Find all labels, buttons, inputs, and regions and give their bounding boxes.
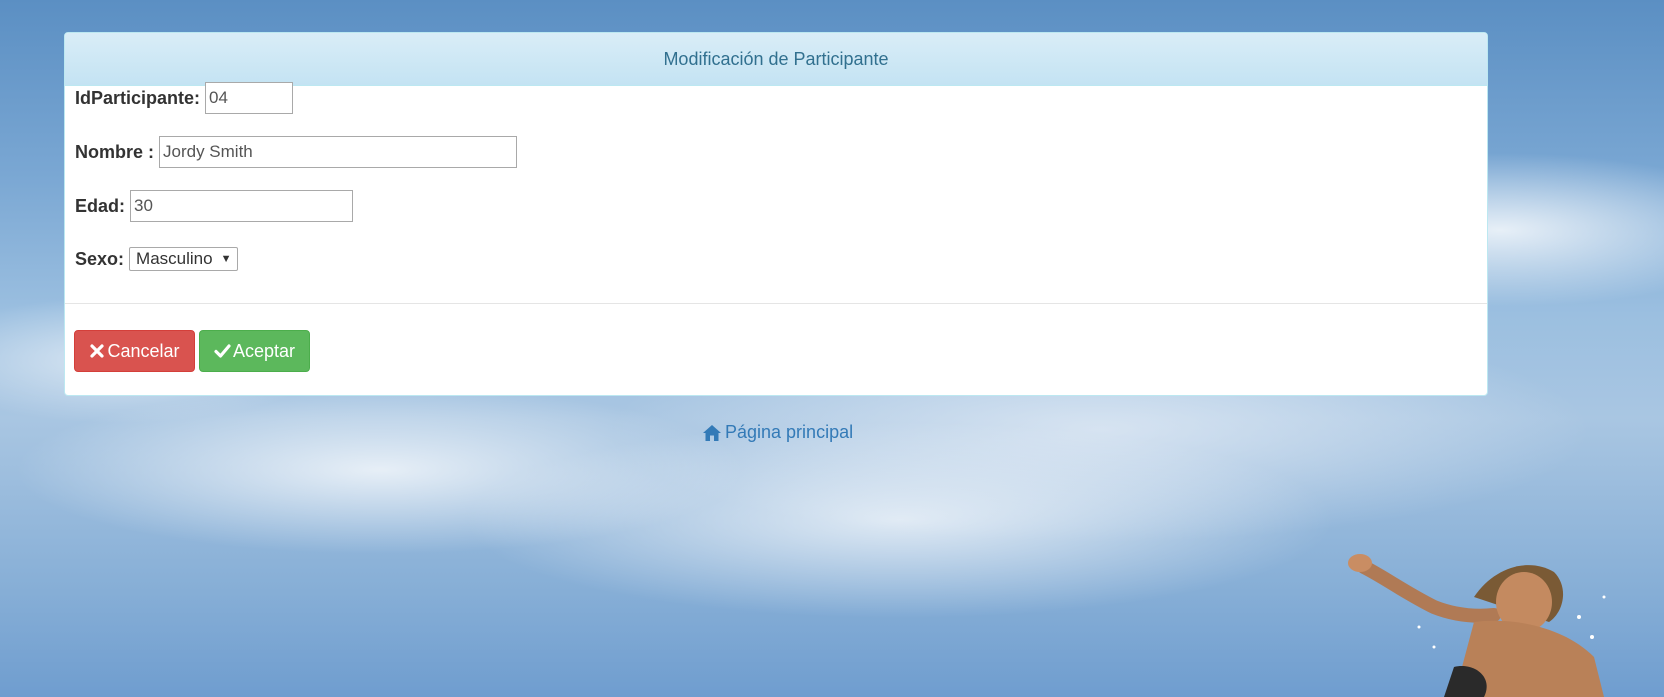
- cancel-button[interactable]: Cancelar: [74, 330, 195, 372]
- name-label: Nombre :: [75, 141, 155, 162]
- age-input[interactable]: [130, 190, 354, 222]
- sex-select[interactable]: Masculino ▼: [129, 247, 239, 271]
- chevron-down-icon: ▼: [220, 253, 232, 265]
- accept-button[interactable]: Aceptar: [199, 330, 310, 372]
- name-row: Nombre :: [75, 136, 518, 168]
- times-icon: [90, 344, 105, 358]
- surfer-background-image: [1348, 554, 1606, 697]
- home-link[interactable]: Página principal: [702, 422, 853, 443]
- form-divider: [65, 303, 1487, 304]
- sex-label: Sexo:: [75, 248, 125, 269]
- id-input[interactable]: [205, 82, 294, 114]
- participant-edit-panel: Modificación de Participante IdParticipa…: [64, 32, 1488, 396]
- cancel-button-label: Cancelar: [107, 340, 180, 361]
- panel-title: Modificación de Participante: [663, 48, 889, 69]
- sex-select-value: Masculino: [136, 249, 213, 268]
- check-icon: [214, 344, 231, 358]
- panel-heading: Modificación de Participante: [65, 33, 1487, 86]
- name-input[interactable]: [159, 136, 518, 168]
- home-link-label: Página principal: [725, 422, 854, 442]
- id-label: IdParticipante:: [75, 87, 201, 108]
- home-icon: [703, 424, 721, 441]
- accept-button-label: Aceptar: [232, 340, 296, 361]
- age-label: Edad:: [75, 195, 126, 216]
- id-row: IdParticipante:: [75, 82, 294, 114]
- sex-row: Sexo: Masculino ▼: [75, 247, 239, 271]
- age-row: Edad:: [75, 190, 354, 222]
